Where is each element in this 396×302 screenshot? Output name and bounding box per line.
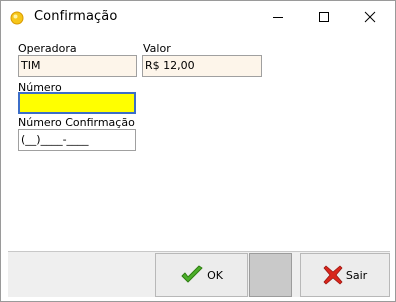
red-x-icon — [323, 265, 343, 285]
numero-confirmacao-input[interactable]: (__)____-____ — [18, 129, 136, 151]
ok-button[interactable]: OK — [155, 253, 248, 297]
window-title: Confirmação — [34, 9, 118, 24]
confirmation-window: Confirmação Operadora TIM Valor R$ 12,00… — [0, 0, 396, 302]
maximize-button[interactable] — [301, 1, 347, 33]
operadora-field[interactable]: TIM — [18, 55, 137, 77]
maximize-icon — [319, 12, 329, 22]
ok-label: OK — [207, 268, 223, 282]
close-button[interactable] — [347, 1, 393, 33]
sair-label: Sair — [345, 268, 368, 282]
app-icon — [10, 10, 24, 25]
title-bar[interactable]: Confirmação — [1, 1, 395, 33]
close-icon — [364, 11, 376, 23]
numero-confirmacao-label: Número Confirmação — [18, 116, 135, 129]
blank-button[interactable] — [249, 253, 292, 297]
checkmark-icon — [180, 265, 204, 285]
form-area: Operadora TIM Valor R$ 12,00 Número Núme… — [8, 33, 390, 251]
sair-button[interactable]: Sair — [300, 253, 390, 297]
operadora-label: Operadora — [18, 42, 77, 55]
button-panel: OK Sair — [8, 251, 390, 297]
numero-input[interactable] — [18, 92, 136, 114]
valor-field[interactable]: R$ 12,00 — [142, 55, 262, 77]
valor-label: Valor — [143, 42, 171, 55]
minimize-icon — [273, 17, 283, 18]
minimize-button[interactable] — [255, 1, 301, 33]
